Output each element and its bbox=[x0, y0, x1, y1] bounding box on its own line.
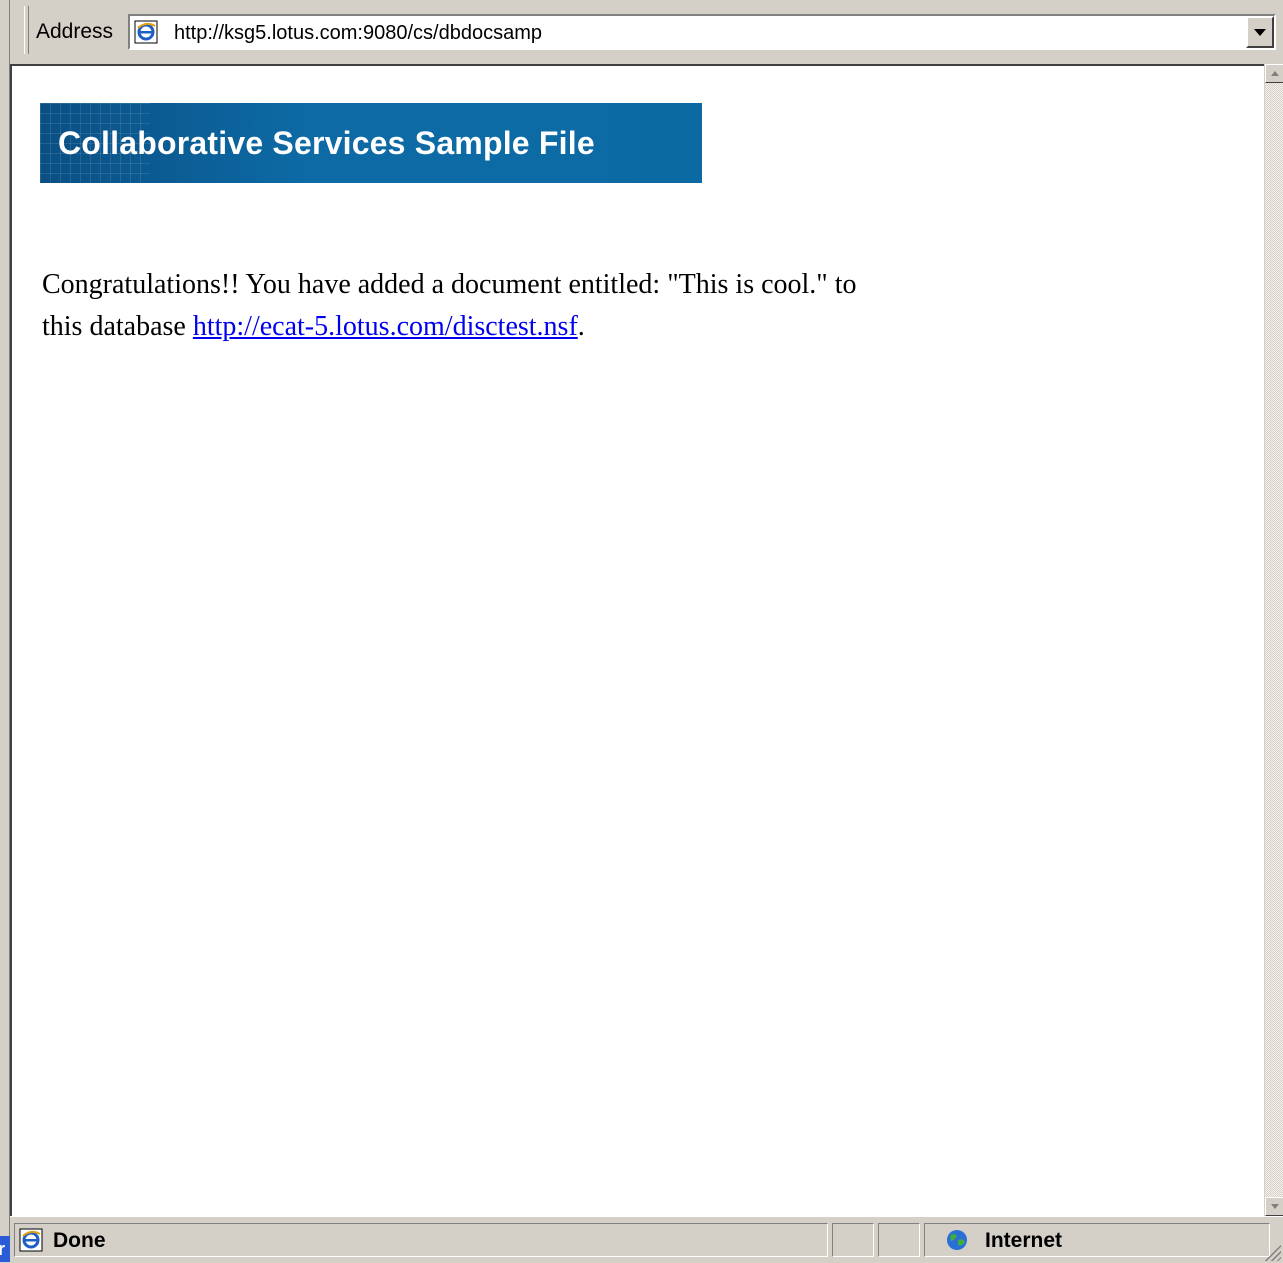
address-toolbar: Address http://ksg5.lotus.com:9080/cs/db… bbox=[10, 0, 1283, 65]
toolbar-grip[interactable] bbox=[24, 6, 29, 54]
ie-page-icon bbox=[19, 1228, 43, 1252]
scroll-up-button[interactable] bbox=[1265, 64, 1283, 83]
banner-title: Collaborative Services Sample File bbox=[58, 125, 595, 161]
status-pane-security bbox=[878, 1223, 920, 1257]
confirmation-message: Congratulations!! You have added a docum… bbox=[42, 264, 872, 348]
address-input[interactable]: http://ksg5.lotus.com:9080/cs/dbdocsamp bbox=[128, 14, 1276, 50]
ie-page-icon bbox=[134, 20, 158, 44]
address-url[interactable]: http://ksg5.lotus.com:9080/cs/dbdocsamp bbox=[174, 22, 542, 45]
address-label: Address bbox=[36, 20, 114, 43]
page-content: Collaborative Services Sample File Congr… bbox=[10, 64, 1264, 1216]
status-pane-main: Done bbox=[14, 1223, 828, 1257]
corner-tag: r bbox=[0, 1236, 10, 1262]
database-link[interactable]: http://ecat-5.lotus.com/disctest.nsf bbox=[193, 311, 578, 342]
zone-text: Internet bbox=[985, 1229, 1063, 1252]
page-banner: Collaborative Services Sample File bbox=[40, 103, 702, 183]
resize-grip[interactable] bbox=[1265, 1245, 1281, 1261]
status-text: Done bbox=[53, 1229, 106, 1252]
window-left-edge bbox=[0, 0, 10, 1262]
vertical-scrollbar[interactable] bbox=[1264, 64, 1283, 1216]
address-dropdown-button[interactable] bbox=[1246, 16, 1274, 48]
status-pane-progress bbox=[832, 1223, 874, 1257]
message-tail: . bbox=[577, 311, 585, 342]
scroll-down-button[interactable] bbox=[1265, 1197, 1283, 1216]
status-pane-zone[interactable]: Internet bbox=[924, 1223, 1270, 1257]
status-bar: Done Internet bbox=[10, 1216, 1283, 1263]
globe-icon bbox=[945, 1228, 969, 1252]
